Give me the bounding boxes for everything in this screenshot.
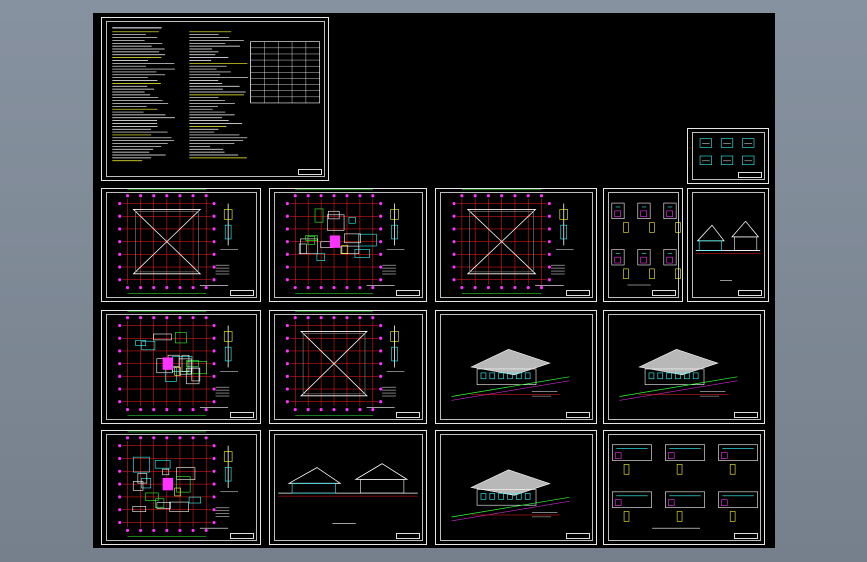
title-block bbox=[734, 412, 758, 418]
title-block bbox=[298, 169, 322, 175]
title-block bbox=[230, 412, 254, 418]
sheet-drawing-details bbox=[611, 202, 681, 286]
drawing-sheet-details-1[interactable] bbox=[603, 188, 683, 302]
sheet-drawing-section bbox=[695, 220, 761, 281]
title-block bbox=[566, 533, 590, 539]
drawing-sheet-plan-f[interactable] bbox=[101, 430, 261, 545]
drawing-sheet-plan-b[interactable] bbox=[269, 188, 427, 302]
sheet-drawing-elevation bbox=[451, 469, 570, 522]
drawing-sheet-plan-d[interactable] bbox=[101, 310, 261, 424]
drawing-sheet-cover-notes[interactable] bbox=[101, 17, 329, 181]
drawing-sheet-elevation-3[interactable] bbox=[435, 430, 597, 545]
drawing-sheet-elevation-2[interactable] bbox=[603, 310, 765, 424]
drawing-sheet-plan-e[interactable] bbox=[269, 310, 427, 424]
title-block bbox=[566, 412, 590, 418]
title-block bbox=[396, 412, 420, 418]
title-block bbox=[566, 290, 590, 296]
title-block bbox=[396, 533, 420, 539]
sheet-drawing-details bbox=[611, 444, 758, 529]
title-block bbox=[652, 290, 676, 296]
drawing-sheet-plan-c[interactable] bbox=[435, 188, 597, 302]
title-block bbox=[230, 290, 254, 296]
drawing-sheet-section-2[interactable] bbox=[269, 430, 427, 545]
sheet-drawing-plan bbox=[118, 189, 238, 294]
sheet-drawing-elevation bbox=[451, 348, 570, 401]
drawing-sheet-plan-a[interactable] bbox=[101, 188, 261, 302]
model-space[interactable] bbox=[93, 13, 775, 548]
sheet-drawing-plan bbox=[285, 189, 405, 294]
sheet-drawing-plan bbox=[118, 311, 238, 416]
title-block bbox=[230, 533, 254, 539]
title-block bbox=[738, 172, 762, 178]
title-block bbox=[396, 290, 420, 296]
drawing-sheet-section-1[interactable] bbox=[687, 188, 769, 302]
sheet-drawing-section bbox=[278, 463, 418, 524]
drawing-sheet-detail-legend[interactable] bbox=[687, 128, 769, 184]
sheet-drawing-plan bbox=[118, 431, 238, 537]
title-block bbox=[738, 290, 762, 296]
sheet-drawing-plan bbox=[285, 311, 405, 416]
drawing-sheet-elevation-1[interactable] bbox=[435, 310, 597, 424]
sheet-drawing-elevation bbox=[619, 348, 738, 401]
sheet-drawing-notes bbox=[112, 27, 321, 162]
drawing-sheet-details-2[interactable] bbox=[603, 430, 765, 545]
cad-viewport[interactable] bbox=[0, 0, 867, 562]
sheet-drawing-plan bbox=[452, 189, 574, 294]
title-block bbox=[734, 533, 758, 539]
